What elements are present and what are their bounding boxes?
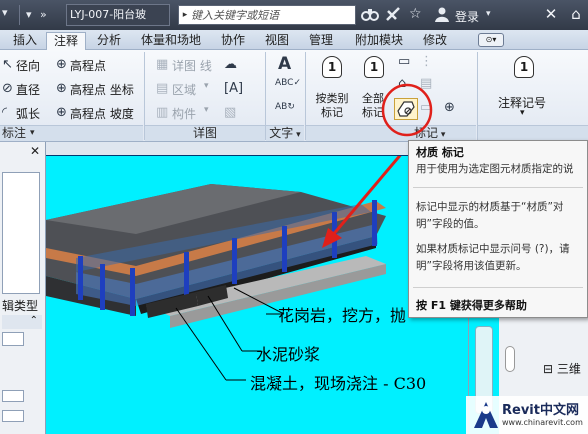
tab-modify[interactable]: 修改 [418, 32, 452, 50]
spot-coordinate-icon: ⊕ [56, 81, 67, 96]
close-icon[interactable]: ✕ [30, 144, 40, 158]
detail-panel-label[interactable]: 详图 [145, 125, 265, 141]
spot-tag-icon[interactable]: ⊕ [444, 100, 455, 115]
watermark-url: www.chinarevit.com [502, 418, 583, 427]
tooltip-line: 如果材质标记中显示问号 (?)，请 [416, 243, 570, 255]
tab-collaborate[interactable]: 协作 [216, 32, 250, 50]
property-group-header[interactable]: ⌃ [2, 315, 42, 329]
tooltip-line: 标记中显示的材质基于“材质”对 [416, 201, 564, 213]
search-input[interactable]: ▸ 键入关键字或短语 [178, 5, 356, 25]
diameter-dimension-button[interactable]: 直径 [16, 81, 40, 98]
property-field[interactable] [2, 332, 24, 346]
keynote-dropdown-icon[interactable]: ▾ [520, 108, 525, 118]
close-icon[interactable]: ✕ [540, 5, 562, 25]
detail-group-icon[interactable]: [A] [224, 81, 243, 96]
insulation-icon[interactable]: ▧ [224, 105, 236, 120]
search-options-icon[interactable]: ▸ [179, 10, 191, 20]
annotation-mortar: 水泥砂浆 [256, 345, 321, 364]
quick-access-expand-icon[interactable]: » [40, 8, 47, 21]
tooltip-line: 明”字段将用该值更新。 [416, 260, 527, 272]
tab-analyze[interactable]: 分析 [92, 32, 126, 50]
revit-logo-icon [474, 402, 498, 428]
drawing-area[interactable]: 花岗岩，挖方，抛 水泥砂浆 混凝土，现场浇注 - C30 [46, 145, 468, 434]
component-icon: ▥ [156, 105, 169, 120]
spelling-icon[interactable]: ABC✓ [275, 78, 301, 88]
user-icon[interactable] [434, 6, 450, 26]
revision-cloud-icon[interactable]: ☁ [224, 57, 237, 72]
region-dropdown-icon[interactable]: ▾ [204, 81, 209, 91]
properties-panel: ✕ 辑类型 ⌃ [0, 142, 46, 434]
ribbon-tabs: 插入 注释 分析 体量和场地 协作 视图 管理 附加模块 修改 ⊙▾ [0, 30, 588, 50]
scrollbar[interactable] [505, 346, 515, 372]
annotation-concrete: 混凝土，现场浇注 - C30 [250, 374, 427, 393]
property-field[interactable] [2, 390, 24, 402]
tag-all-icon: 1 [358, 54, 388, 80]
binoculars-icon[interactable] [361, 6, 379, 26]
detail-line-icon: ▦ [156, 57, 169, 72]
tooltip-line: 用于使用为选定图元材质指定的说 [416, 163, 574, 175]
keynote-panel-label [478, 125, 588, 141]
tooltip-line: 明”字段的值。 [416, 218, 485, 230]
text-icon[interactable]: A [278, 54, 291, 74]
tab-add-ins[interactable]: 附加模块 [350, 32, 408, 50]
multi-category-tag-icon[interactable]: ⋮ [420, 54, 433, 69]
ribbon-minimize-toggle[interactable]: ⊙▾ [478, 33, 504, 47]
watermark-title: Revit中文网 [502, 403, 579, 418]
tab-insert[interactable]: 插入 [8, 32, 42, 50]
satellite-icon[interactable] [385, 6, 401, 26]
region-button[interactable]: 区域 [172, 81, 196, 98]
help-icon[interactable]: ⌂ [566, 5, 586, 25]
type-selector[interactable] [2, 172, 40, 294]
highlight-circle [381, 83, 433, 137]
detail-line-button[interactable]: 详图 线 [172, 57, 212, 74]
edit-type-label[interactable]: 辑类型 [2, 297, 38, 314]
tree-item-3d[interactable]: ⊟ 三维 [543, 360, 581, 377]
arc-length-dimension-icon: ◜ [2, 105, 8, 120]
ribbon-panel: ↖ 径向 ⊘ 直径 ◜ 弧长 ⊕ 高程点 ⊕ 高程点 坐标 ⊕ 高程点 坡度 标… [0, 50, 588, 142]
arc-length-dimension-button[interactable]: 弧长 [16, 105, 40, 122]
diameter-dimension-icon: ⊘ [2, 81, 13, 96]
tab-view[interactable]: 视图 [260, 32, 294, 50]
keynote-icon: 1 [508, 54, 538, 80]
document-title: LYJ-007-阳台玻 [66, 4, 170, 26]
spot-coordinate-button[interactable]: 高程点 坐标 [70, 81, 134, 98]
component-dropdown-icon[interactable]: ▾ [204, 105, 209, 115]
title-bar: ▾ ▾ » LYJ-007-阳台玻 ▸ 键入关键字或短语 ☆ 登录 ▾ ✕ ⌂ [0, 0, 588, 30]
tab-massing-site[interactable]: 体量和场地 [134, 32, 208, 50]
tag-by-category-icon: 1 [316, 54, 346, 80]
tag-by-category-button[interactable]: 按类别 标记 [312, 92, 352, 120]
annotation-granite: 花岗岩，挖方，抛 [278, 306, 407, 325]
material-tag-tooltip: 材质 标记 用于使用为选定图元材质指定的说 标记中显示的材质基于“材质”对 明”… [408, 140, 588, 318]
property-field[interactable] [2, 410, 24, 422]
spot-elevation-button[interactable]: 高程点 [70, 57, 106, 74]
component-button[interactable]: 构件 [172, 105, 196, 122]
quick-access-customize-icon[interactable]: ▾ [26, 8, 32, 21]
spot-slope-button[interactable]: 高程点 坡度 [70, 105, 134, 122]
radial-dimension-icon: ↖ [2, 57, 13, 72]
tab-annotate[interactable]: 注释 [46, 32, 86, 50]
login-dropdown-icon[interactable]: ▾ [486, 9, 491, 19]
watermark: Revit中文网 www.chinarevit.com [466, 396, 588, 434]
text-panel-label[interactable]: 文字 ▾ [266, 125, 304, 141]
separator [19, 5, 20, 25]
separator [413, 187, 583, 188]
dimension-panel-label[interactable]: 标注 ▾ [0, 125, 143, 141]
find-replace-icon[interactable]: AB↻ [275, 102, 295, 112]
tooltip-title: 材质 标记 [416, 146, 464, 159]
radial-dimension-button[interactable]: 径向 [16, 57, 40, 74]
collapse-icon[interactable]: ⌃ [30, 315, 38, 326]
spot-elevation-icon: ⊕ [56, 57, 67, 72]
separator [413, 287, 583, 288]
spot-slope-icon: ⊕ [56, 105, 67, 120]
beam-annotation-icon[interactable]: ▭ [398, 54, 410, 69]
view-tab-strip [46, 142, 408, 155]
quick-access-menu-icon[interactable]: ▾ [2, 6, 14, 22]
login-link[interactable]: 登录 [455, 8, 479, 25]
tab-manage[interactable]: 管理 [304, 32, 338, 50]
search-placeholder: 键入关键字或短语 [191, 9, 279, 22]
tooltip-help-hint: 按 F1 键获得更多帮助 [416, 299, 527, 312]
region-icon: ▤ [156, 81, 169, 96]
star-icon[interactable]: ☆ [409, 6, 422, 22]
